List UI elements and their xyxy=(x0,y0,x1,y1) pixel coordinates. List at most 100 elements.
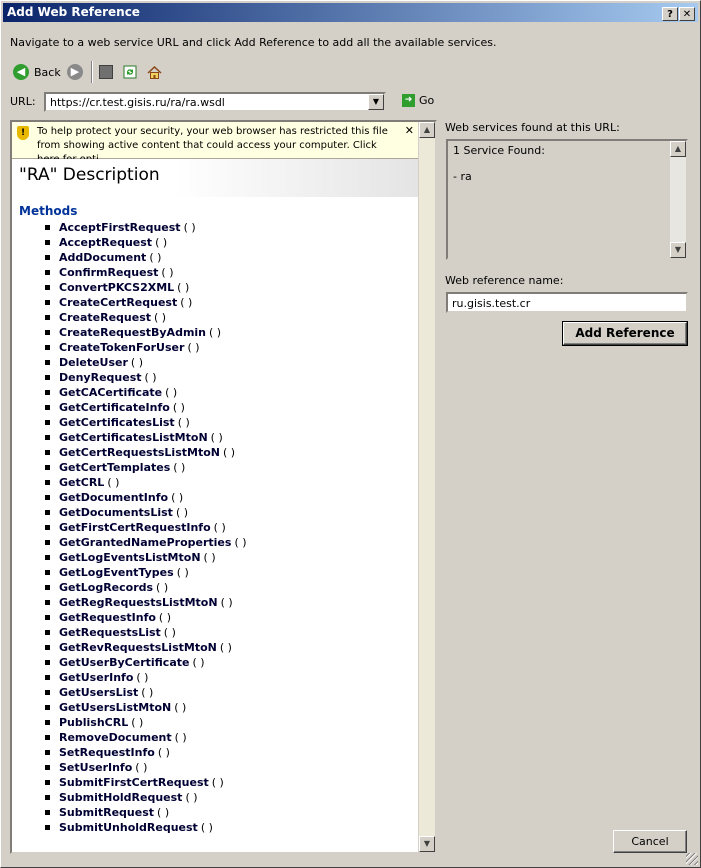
reference-name-label: Web reference name: xyxy=(445,274,564,287)
method-item: ConvertPKCS2XML( ) xyxy=(45,280,247,295)
method-link[interactable]: GetLogRecords xyxy=(59,581,153,594)
method-link[interactable]: GetCertificateInfo xyxy=(59,401,170,414)
method-link[interactable]: ConfirmRequest xyxy=(59,266,158,279)
scroll-down-button[interactable]: ▼ xyxy=(419,836,435,852)
method-item: AddDocument( ) xyxy=(45,250,247,265)
home-icon xyxy=(147,65,162,79)
method-parens: ( ) xyxy=(180,296,193,309)
method-link[interactable]: SetUserInfo xyxy=(59,761,132,774)
method-item: GetLogRecords( ) xyxy=(45,580,247,595)
method-link[interactable]: SubmitFirstCertRequest xyxy=(59,776,209,789)
toolbar-separator xyxy=(91,61,93,83)
url-combobox[interactable]: https://cr.test.gisis.ru/ra/ra.wsdl ▼ xyxy=(44,92,386,112)
method-item: GetRevRequestsListMtoN( ) xyxy=(45,640,247,655)
method-link[interactable]: CreateCertRequest xyxy=(59,296,177,309)
cancel-button[interactable]: Cancel xyxy=(613,830,687,853)
close-button[interactable]: ✕ xyxy=(679,7,695,21)
help-button[interactable]: ? xyxy=(662,7,678,21)
go-button[interactable]: ➜ Go xyxy=(402,94,434,107)
method-parens: ( ) xyxy=(144,371,157,384)
method-item: SetUserInfo( ) xyxy=(45,760,247,775)
stop-icon xyxy=(99,65,113,79)
method-link[interactable]: GetCertRequestsListMtoN xyxy=(59,446,220,459)
method-link[interactable]: ConvertPKCS2XML xyxy=(59,281,174,294)
method-link[interactable]: GetCACertificate xyxy=(59,386,162,399)
method-link[interactable]: RemoveDocument xyxy=(59,731,172,744)
method-link[interactable]: SubmitRequest xyxy=(59,806,154,819)
method-item: GetLogEventTypes( ) xyxy=(45,565,247,580)
security-infobar[interactable]: ! To help protect your security, your we… xyxy=(12,122,418,165)
method-link[interactable]: SetRequestInfo xyxy=(59,746,155,759)
method-link[interactable]: GetCertificatesListMtoN xyxy=(59,431,208,444)
browser-vertical-scrollbar[interactable]: ▲ ▼ xyxy=(418,122,435,852)
method-item: GetRegRequestsListMtoN( ) xyxy=(45,595,247,610)
add-reference-button[interactable]: Add Reference xyxy=(562,321,688,346)
method-link[interactable]: GetDocumentInfo xyxy=(59,491,168,504)
method-item: GetUsersListMtoN( ) xyxy=(45,700,247,715)
method-link[interactable]: GetUserByCertificate xyxy=(59,656,189,669)
method-link[interactable]: GetDocumentsList xyxy=(59,506,173,519)
method-link[interactable]: GetUserInfo xyxy=(59,671,133,684)
method-link[interactable]: CreateRequest xyxy=(59,311,151,324)
method-parens: ( ) xyxy=(185,791,198,804)
instructions-text: Navigate to a web service URL and click … xyxy=(10,36,497,49)
method-link[interactable]: GetRevRequestsListMtoN xyxy=(59,641,217,654)
method-item: CreateRequestByAdmin( ) xyxy=(45,325,247,340)
method-link[interactable]: GetCRL xyxy=(59,476,104,489)
method-parens: ( ) xyxy=(157,806,170,819)
method-parens: ( ) xyxy=(177,416,190,429)
method-link[interactable]: GetLogEventTypes xyxy=(59,566,174,579)
description-header: "RA" Description xyxy=(12,159,418,197)
method-link[interactable]: GetUsersList xyxy=(59,686,138,699)
back-button[interactable]: ◀ Back xyxy=(13,61,61,83)
method-link[interactable]: GetGrantedNameProperties xyxy=(59,536,231,549)
title-bar: Add Web Reference ? ✕ xyxy=(3,3,698,22)
method-link[interactable]: GetRequestsList xyxy=(59,626,161,639)
stop-button[interactable] xyxy=(99,61,113,83)
method-item: SubmitRequest( ) xyxy=(45,805,247,820)
method-parens: ( ) xyxy=(131,716,144,729)
method-link[interactable]: CreateRequestByAdmin xyxy=(59,326,206,339)
url-label: URL: xyxy=(10,95,36,108)
method-link[interactable]: PublishCRL xyxy=(59,716,128,729)
method-parens: ( ) xyxy=(210,431,223,444)
home-button[interactable] xyxy=(147,61,162,83)
method-link[interactable]: GetCertTemplates xyxy=(59,461,170,474)
method-link[interactable]: AddDocument xyxy=(59,251,146,264)
method-link[interactable]: GetLogEventsListMtoN xyxy=(59,551,201,564)
method-link[interactable]: GetUsersListMtoN xyxy=(59,701,171,714)
method-item: GetCRL( ) xyxy=(45,475,247,490)
method-link[interactable]: GetFirstCertRequestInfo xyxy=(59,521,211,534)
url-dropdown-button[interactable]: ▼ xyxy=(368,94,384,110)
resize-grip[interactable] xyxy=(686,853,698,865)
method-link[interactable]: DeleteUser xyxy=(59,356,128,369)
method-link[interactable]: SubmitUnholdRequest xyxy=(59,821,198,834)
reference-name-input[interactable]: ru.gisis.test.cr xyxy=(446,292,688,313)
method-parens: ( ) xyxy=(173,461,186,474)
refresh-button[interactable] xyxy=(123,61,137,83)
url-value: https://cr.test.gisis.ru/ra/ra.wsdl xyxy=(50,96,225,109)
method-parens: ( ) xyxy=(174,701,187,714)
forward-arrow-icon: ▶ xyxy=(67,64,83,80)
method-link[interactable]: GetRequestInfo xyxy=(59,611,156,624)
method-item: GetUserInfo( ) xyxy=(45,670,247,685)
method-link[interactable]: AcceptRequest xyxy=(59,236,152,249)
method-link[interactable]: GetCertificatesList xyxy=(59,416,175,429)
infobar-close-icon[interactable]: ✕ xyxy=(405,124,414,138)
method-link[interactable]: GetRegRequestsListMtoN xyxy=(59,596,218,609)
services-scrollbar[interactable]: ▲ ▼ xyxy=(670,141,686,258)
method-link[interactable]: SubmitHoldRequest xyxy=(59,791,182,804)
services-scroll-down-button[interactable]: ▼ xyxy=(670,242,686,258)
method-item: GetGrantedNameProperties( ) xyxy=(45,535,247,550)
services-list-box[interactable]: 1 Service Found: - ra ▲ ▼ xyxy=(446,139,688,260)
scroll-up-button[interactable]: ▲ xyxy=(419,122,435,138)
chevron-down-icon: ▼ xyxy=(674,245,682,254)
method-link[interactable]: DenyRequest xyxy=(59,371,142,384)
method-item: DenyRequest( ) xyxy=(45,370,247,385)
method-link[interactable]: CreateTokenForUser xyxy=(59,341,184,354)
method-item: SetRequestInfo( ) xyxy=(45,745,247,760)
method-link[interactable]: AcceptFirstRequest xyxy=(59,221,181,234)
services-scroll-up-button[interactable]: ▲ xyxy=(670,141,686,157)
method-item: GetCertificateInfo( ) xyxy=(45,400,247,415)
forward-button[interactable]: ▶ xyxy=(67,61,83,83)
